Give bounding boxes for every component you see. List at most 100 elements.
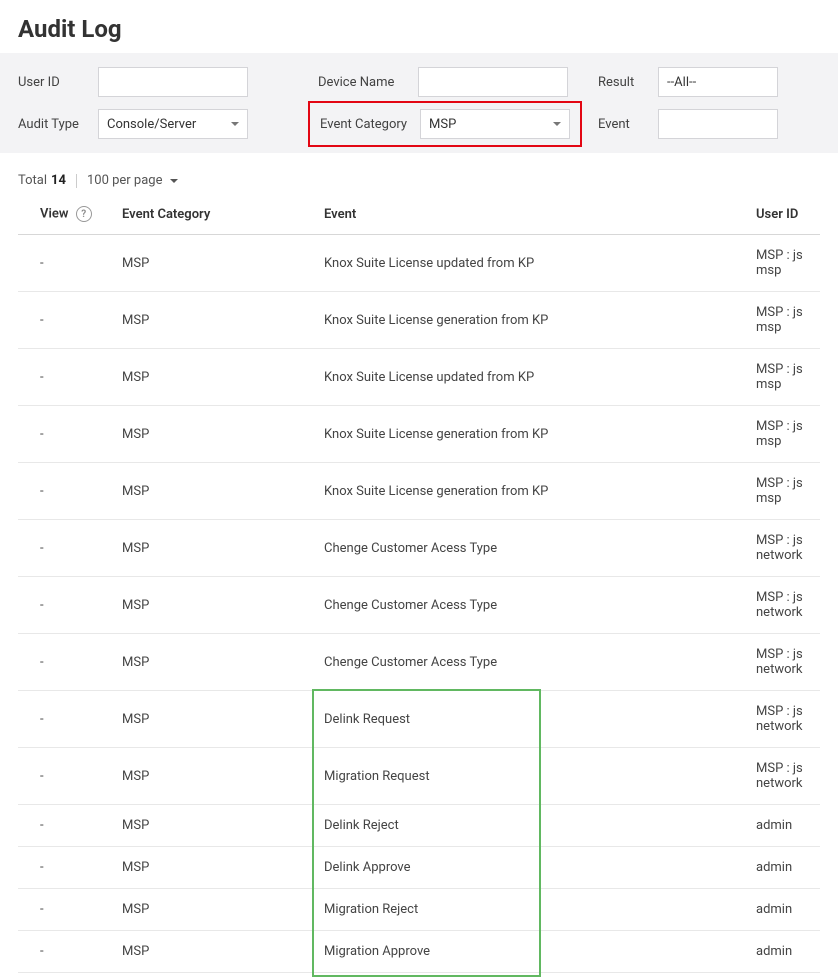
table-row[interactable]: -MSPDelink Approveadmin bbox=[18, 847, 820, 889]
col-event-header[interactable]: Event bbox=[318, 196, 750, 235]
col-view-header[interactable]: View ? bbox=[18, 196, 116, 235]
cell-view: - bbox=[18, 406, 116, 463]
audit-type-select-value: Console/Server bbox=[107, 117, 227, 132]
event-category-select[interactable]: MSP bbox=[420, 109, 570, 139]
cell-category: MSP bbox=[116, 463, 318, 520]
cell-category: MSP bbox=[116, 889, 318, 931]
help-icon[interactable]: ? bbox=[76, 206, 92, 222]
cell-category: MSP bbox=[116, 847, 318, 889]
cell-category: MSP bbox=[116, 931, 318, 973]
cell-view: - bbox=[18, 634, 116, 691]
cell-view: - bbox=[18, 805, 116, 847]
table-row[interactable]: -MSPMigration Approveadmin bbox=[18, 931, 820, 973]
cell-view: - bbox=[18, 931, 116, 973]
audit-type-select[interactable]: Console/Server bbox=[98, 109, 248, 139]
cell-user: admin bbox=[750, 805, 820, 847]
filter-row-2: Audit Type Console/Server Event Category… bbox=[18, 109, 820, 139]
cell-event: Migration Approve bbox=[318, 931, 750, 973]
result-select-value: --All-- bbox=[667, 75, 769, 90]
cell-category: MSP bbox=[116, 577, 318, 634]
cell-category: MSP bbox=[116, 634, 318, 691]
divider bbox=[76, 174, 77, 188]
cell-event: Knox Suite License generation from KP bbox=[318, 463, 750, 520]
chevron-down-icon bbox=[553, 122, 561, 126]
audit-type-label: Audit Type bbox=[18, 117, 98, 132]
per-page-value: 100 per page bbox=[87, 173, 163, 188]
table-row[interactable]: -MSPChenge Customer Acess TypeMSP : js n… bbox=[18, 577, 820, 634]
audit-table: View ? Event Category Event User ID -MSP… bbox=[18, 196, 820, 973]
table-row[interactable]: -MSPMigration RequestMSP : js network bbox=[18, 748, 820, 805]
filter-bar: User ID Device Name Result --All-- Audit… bbox=[0, 53, 838, 153]
table-row[interactable]: -MSPKnox Suite License generation from K… bbox=[18, 463, 820, 520]
cell-user: MSP : js msp bbox=[750, 406, 820, 463]
user-id-label: User ID bbox=[18, 75, 98, 90]
chevron-down-icon bbox=[231, 122, 239, 126]
table-row[interactable]: -MSPKnox Suite License updated from KPMS… bbox=[18, 349, 820, 406]
total-label: Total bbox=[18, 173, 47, 188]
cell-view: - bbox=[18, 520, 116, 577]
event-category-highlight: Event Category MSP bbox=[308, 101, 582, 147]
col-user-header[interactable]: User ID bbox=[750, 196, 820, 235]
cell-user: MSP : js network bbox=[750, 634, 820, 691]
cell-user: MSP : js msp bbox=[750, 292, 820, 349]
user-id-input[interactable] bbox=[98, 67, 248, 97]
filter-row-1: User ID Device Name Result --All-- bbox=[18, 67, 820, 97]
cell-event: Delink Request bbox=[318, 691, 750, 748]
result-select[interactable]: --All-- bbox=[658, 67, 778, 97]
table-wrapper: View ? Event Category Event User ID -MSP… bbox=[0, 196, 838, 973]
cell-event: Migration Request bbox=[318, 748, 750, 805]
event-category-select-value: MSP bbox=[429, 117, 549, 132]
cell-event: Delink Approve bbox=[318, 847, 750, 889]
result-label: Result bbox=[598, 75, 658, 90]
device-name-input[interactable] bbox=[418, 67, 568, 97]
cell-view: - bbox=[18, 748, 116, 805]
cell-event: Knox Suite License updated from KP bbox=[318, 349, 750, 406]
cell-event: Delink Reject bbox=[318, 805, 750, 847]
cell-event: Knox Suite License generation from KP bbox=[318, 406, 750, 463]
table-row[interactable]: -MSPKnox Suite License updated from KPMS… bbox=[18, 235, 820, 292]
cell-category: MSP bbox=[116, 349, 318, 406]
chevron-down-icon bbox=[170, 179, 178, 183]
event-category-label: Event Category bbox=[320, 117, 420, 132]
table-row[interactable]: -MSPChenge Customer Acess TypeMSP : js n… bbox=[18, 520, 820, 577]
cell-user: MSP : js msp bbox=[750, 349, 820, 406]
table-row[interactable]: -MSPDelink Rejectadmin bbox=[18, 805, 820, 847]
cell-event: Chenge Customer Acess Type bbox=[318, 520, 750, 577]
cell-event: Migration Reject bbox=[318, 889, 750, 931]
device-name-label: Device Name bbox=[318, 75, 418, 90]
col-view-label: View bbox=[40, 206, 68, 221]
event-label: Event bbox=[598, 117, 658, 132]
summary-bar: Total 14 100 per page bbox=[0, 153, 838, 196]
cell-user: admin bbox=[750, 931, 820, 973]
cell-event: Knox Suite License generation from KP bbox=[318, 292, 750, 349]
cell-user: MSP : js msp bbox=[750, 235, 820, 292]
cell-category: MSP bbox=[116, 292, 318, 349]
cell-category: MSP bbox=[116, 406, 318, 463]
cell-view: - bbox=[18, 292, 116, 349]
page-title: Audit Log bbox=[0, 0, 838, 53]
col-category-header[interactable]: Event Category bbox=[116, 196, 318, 235]
cell-user: MSP : js network bbox=[750, 748, 820, 805]
cell-category: MSP bbox=[116, 520, 318, 577]
cell-user: admin bbox=[750, 847, 820, 889]
cell-view: - bbox=[18, 463, 116, 520]
cell-category: MSP bbox=[116, 235, 318, 292]
per-page-select[interactable]: 100 per page bbox=[87, 173, 179, 188]
table-row[interactable]: -MSPKnox Suite License generation from K… bbox=[18, 406, 820, 463]
cell-user: MSP : js network bbox=[750, 691, 820, 748]
cell-view: - bbox=[18, 235, 116, 292]
cell-user: admin bbox=[750, 889, 820, 931]
cell-view: - bbox=[18, 577, 116, 634]
event-input[interactable] bbox=[658, 109, 778, 139]
table-row[interactable]: -MSPDelink RequestMSP : js network bbox=[18, 691, 820, 748]
cell-event: Chenge Customer Acess Type bbox=[318, 634, 750, 691]
cell-view: - bbox=[18, 691, 116, 748]
cell-category: MSP bbox=[116, 748, 318, 805]
table-row[interactable]: -MSPChenge Customer Acess TypeMSP : js n… bbox=[18, 634, 820, 691]
total-count: 14 bbox=[51, 173, 66, 188]
table-row[interactable]: -MSPKnox Suite License generation from K… bbox=[18, 292, 820, 349]
table-row[interactable]: -MSPMigration Rejectadmin bbox=[18, 889, 820, 931]
cell-user: MSP : js network bbox=[750, 577, 820, 634]
cell-view: - bbox=[18, 349, 116, 406]
cell-user: MSP : js msp bbox=[750, 463, 820, 520]
